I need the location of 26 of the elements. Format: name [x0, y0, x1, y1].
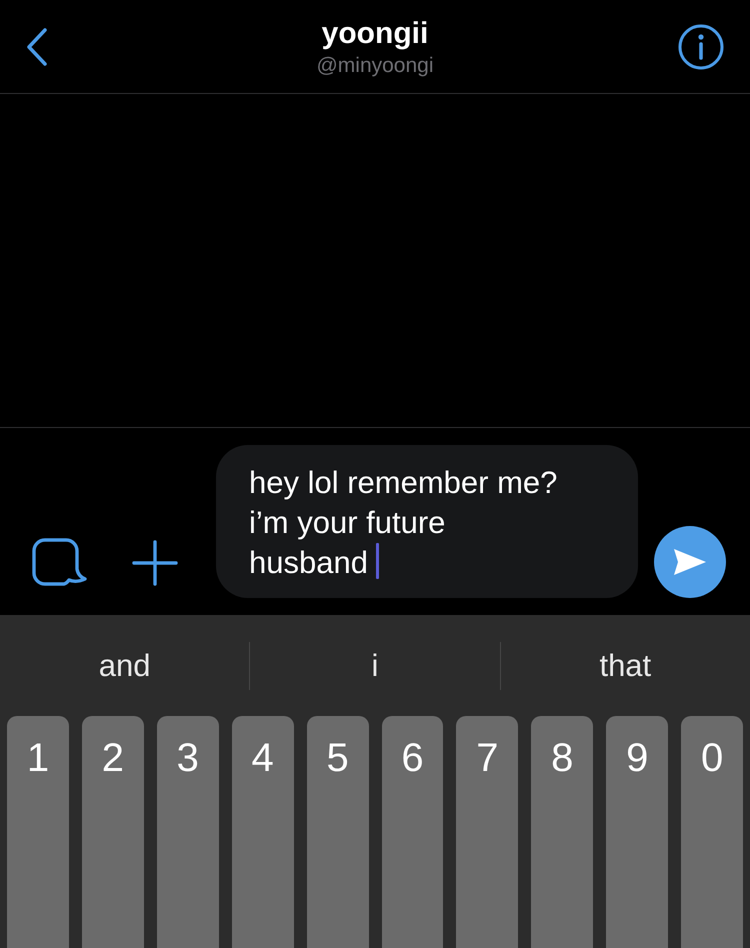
profile-name: yoongii — [322, 16, 428, 50]
keyboard-key[interactable]: 5 — [306, 716, 369, 948]
plus-icon — [132, 540, 178, 586]
keyboard-key[interactable]: 8 — [531, 716, 594, 948]
message-text: hey lol remember me? i’m your future husband — [249, 465, 558, 580]
suggestion-item[interactable]: that — [500, 646, 750, 686]
keyboard-key[interactable]: 7 — [456, 716, 518, 948]
chevron-left-icon — [26, 28, 48, 66]
keyboard-key[interactable]: 2 — [82, 716, 144, 948]
keyboard-key[interactable]: 4 — [232, 716, 294, 948]
chat-bubble-button[interactable] — [32, 538, 87, 586]
speech-bubble-icon — [32, 538, 87, 586]
send-icon — [673, 548, 707, 576]
back-button[interactable] — [26, 28, 48, 66]
keyboard-key[interactable]: 3 — [156, 716, 219, 948]
profile-handle: @minyoongi — [316, 52, 434, 78]
keyboard-key[interactable]: 9 — [606, 716, 668, 948]
info-icon — [678, 24, 724, 70]
suggestion-item[interactable]: and — [0, 646, 250, 686]
keyboard-key[interactable]: 0 — [681, 716, 744, 948]
add-button[interactable] — [132, 540, 178, 586]
message-field[interactable]: hey lol remember me? i’m your future husband — [216, 445, 638, 598]
keyboard-key[interactable]: 6 — [382, 716, 444, 948]
info-button[interactable] — [678, 24, 724, 70]
suggestion-item[interactable]: i — [250, 646, 500, 686]
keyboard-key[interactable]: 1 — [7, 716, 69, 948]
